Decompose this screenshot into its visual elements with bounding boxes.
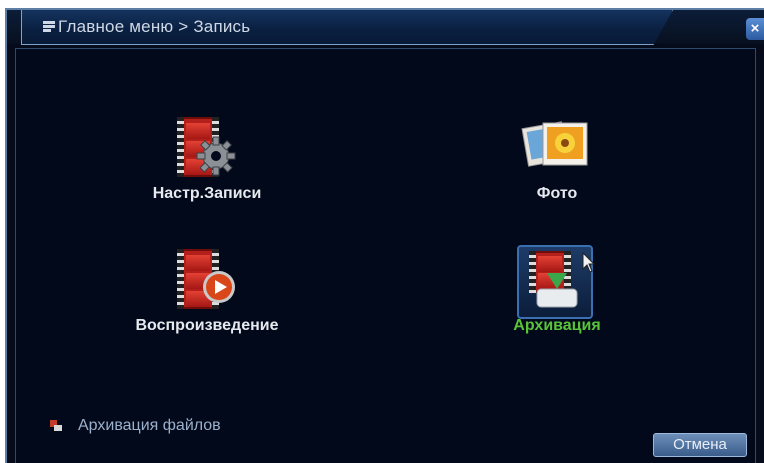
tile-record-settings[interactable]: Настр.Записи — [132, 117, 282, 203]
tile-playback[interactable]: Воспроизведение — [112, 249, 302, 335]
playback-icon — [171, 249, 243, 313]
archive-files-label: Архивация файлов — [78, 417, 221, 434]
tile-archive[interactable]: Архивация — [482, 245, 632, 335]
record-menu-window: Главное меню > Запись × Настр.Записи Фот… — [5, 8, 764, 463]
window-title: Главное меню > Запись — [58, 17, 251, 36]
tile-label-photo: Фото — [536, 185, 578, 202]
title-bar: Главное меню > Запись × — [7, 10, 764, 45]
tile-label-playback: Воспроизведение — [135, 317, 279, 334]
title-tab: Главное меню > Запись — [21, 10, 673, 45]
record-settings-icon — [171, 117, 243, 181]
tile-label-record-settings: Настр.Записи — [152, 185, 262, 202]
close-button[interactable]: × — [746, 18, 764, 40]
tile-label-archive: Архивация — [513, 317, 601, 334]
tile-photo[interactable]: Фото — [482, 117, 632, 203]
photo-icon — [521, 117, 593, 181]
menu-icon — [43, 21, 55, 32]
cancel-button[interactable]: Отмена — [653, 433, 747, 457]
mouse-cursor-icon — [582, 252, 596, 273]
archive-files-icon — [50, 419, 62, 431]
archive-files-link[interactable]: Архивация файлов — [50, 417, 221, 435]
content-area: Настр.Записи Фото Воспроизведение Архива… — [15, 48, 756, 463]
